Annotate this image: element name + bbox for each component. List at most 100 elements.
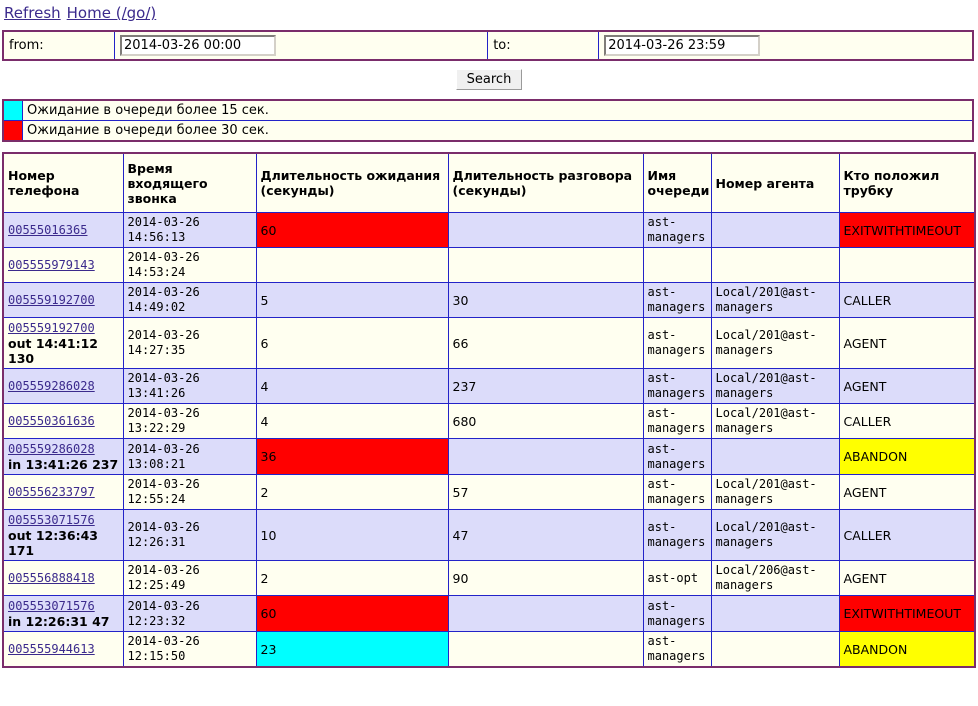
phone-link[interactable]: 005555944613 [8,642,95,656]
search-button-bar: Search [0,61,978,99]
cell-wait-seconds: 2 [255,474,449,510]
cell-wait-seconds: 10 [255,509,449,561]
to-field-cell [598,30,974,61]
phone-link[interactable]: 005559192700 [8,321,95,335]
cell-queue-name: ast-managers [642,474,712,510]
cell-agent-number [710,212,840,248]
table-row: 005556233797 2014-03-26 12:55:24 2 57 ast-man… [2,474,976,510]
calls-table-body: 00555016365 2014-03-26 14:56:13 60 ast-manag… [2,212,976,668]
cell-talk-seconds: 57 [447,474,644,510]
cell-call-time: 2014-03-26 13:41:26 [122,368,257,404]
phone-extra-note: out 12:36:43 171 [8,528,98,558]
phone-link[interactable]: 005559286028 [8,442,95,456]
to-date-input[interactable] [604,35,761,56]
cell-hangup-cause: AGENT [838,317,976,369]
cell-agent-number: Local/201@ast-managers [710,317,840,369]
cell-call-time: 2014-03-26 14:56:13 [122,212,257,248]
calls-table: Номер телефона Время входящего звонка Дл… [2,152,976,668]
to-label: to: [487,30,600,61]
cell-queue-name: ast-managers [642,368,712,404]
legend: Ожидание в очереди более 15 сек. Ожидани… [2,99,974,142]
cell-call-time: 2014-03-26 12:55:24 [122,474,257,510]
cell-wait-seconds: 5 [255,282,449,318]
cell-hangup-cause: CALLER [838,509,976,561]
cell-hangup-cause: ABANDON [838,438,976,475]
col-header-call-time: Время входящего звонка [122,152,257,213]
col-header-talk-time: Длительность разговора (секунды) [447,152,644,213]
cell-phone: 005555979143 [2,247,124,283]
phone-link[interactable]: 005559192700 [8,293,95,307]
cell-phone: 005559192700 [2,282,124,318]
cell-hangup-cause: CALLER [838,403,976,439]
cell-agent-number [710,631,840,668]
cell-call-time: 2014-03-26 14:49:02 [122,282,257,318]
table-row: 005555979143 2014-03-26 14:53:24 [2,247,976,283]
phone-link[interactable]: 005559286028 [8,379,95,393]
calls-table-header-row: Номер телефона Время входящего звонка Дл… [2,152,976,213]
table-row: 005556888418 2014-03-26 12:25:49 2 90 ast-opt… [2,560,976,596]
cell-call-time: 2014-03-26 13:22:29 [122,403,257,439]
cell-phone: 005553071576 in 12:26:31 47 [2,595,124,632]
cell-talk-seconds: 237 [447,368,644,404]
cell-wait-seconds [255,247,449,283]
cell-wait-seconds: 6 [255,317,449,369]
cell-wait-seconds: 60 [255,595,449,632]
cell-queue-name: ast-managers [642,403,712,439]
cell-talk-seconds [447,212,644,248]
phone-link[interactable]: 005556888418 [8,571,95,585]
cell-call-time: 2014-03-26 14:27:35 [122,317,257,369]
phone-link[interactable]: 005550361636 [8,414,95,428]
cell-agent-number [710,247,840,283]
cell-phone: 005550361636 [2,403,124,439]
table-row: 005555944613 2014-03-26 12:15:50 23 ast-mana… [2,631,976,668]
col-header-hangup: Кто положил трубку [838,152,976,213]
phone-link[interactable]: 005556233797 [8,485,95,499]
cell-queue-name: ast-managers [642,509,712,561]
from-field-cell [113,30,489,61]
from-date-input[interactable] [120,35,276,56]
cell-talk-seconds [447,631,644,668]
cell-talk-seconds [447,595,644,632]
phone-link[interactable]: 005553071576 [8,599,95,613]
cell-agent-number: Local/206@ast-managers [710,560,840,596]
legend-body: Ожидание в очереди более 15 сек. Ожидани… [2,99,974,142]
search-form-row: from: to: [2,30,974,61]
table-row: 00555016365 2014-03-26 14:56:13 60 ast-manag… [2,212,976,248]
search-button[interactable]: Search [455,69,523,90]
cell-queue-name: ast-managers [642,595,712,632]
cell-call-time: 2014-03-26 12:15:50 [122,631,257,668]
cell-talk-seconds: 90 [447,560,644,596]
cell-wait-seconds: 4 [255,403,449,439]
cell-hangup-cause [838,247,976,283]
cell-talk-seconds: 680 [447,403,644,439]
cell-phone: 005559286028 [2,368,124,404]
cell-phone: 005555944613 [2,631,124,668]
phone-link[interactable]: 005555979143 [8,258,95,272]
table-row: 005559192700 2014-03-26 14:49:02 5 30 ast-man… [2,282,976,318]
cell-talk-seconds: 66 [447,317,644,369]
legend-item: Ожидание в очереди более 15 сек. [2,99,974,121]
cell-call-time: 2014-03-26 14:53:24 [122,247,257,283]
table-row: 005559192700 out 14:41:12 130 2014-03-26 14… [2,317,976,369]
phone-link[interactable]: 005553071576 [8,513,95,527]
cell-phone: 005556888418 [2,560,124,596]
legend-label-red: Ожидание в очереди более 30 сек. [22,120,974,142]
cell-agent-number: Local/201@ast-managers [710,282,840,318]
legend-swatch-red [2,120,23,142]
cell-queue-name: ast-managers [642,317,712,369]
cell-call-time: 2014-03-26 13:08:21 [122,438,257,475]
cell-agent-number [710,595,840,632]
cell-wait-seconds: 36 [255,438,449,475]
home-link[interactable]: Home (/go/) [67,4,157,22]
cell-phone: 005553071576 out 12:36:43 171 [2,509,124,561]
cell-hangup-cause: AGENT [838,368,976,404]
phone-link[interactable]: 00555016365 [8,223,87,237]
cell-wait-seconds: 23 [255,631,449,668]
cell-hangup-cause: AGENT [838,474,976,510]
cell-talk-seconds [447,438,644,475]
refresh-link[interactable]: Refresh [4,4,61,22]
legend-swatch-cyan [2,99,23,121]
cell-call-time: 2014-03-26 12:23:32 [122,595,257,632]
cell-wait-seconds: 4 [255,368,449,404]
cell-queue-name: ast-managers [642,282,712,318]
